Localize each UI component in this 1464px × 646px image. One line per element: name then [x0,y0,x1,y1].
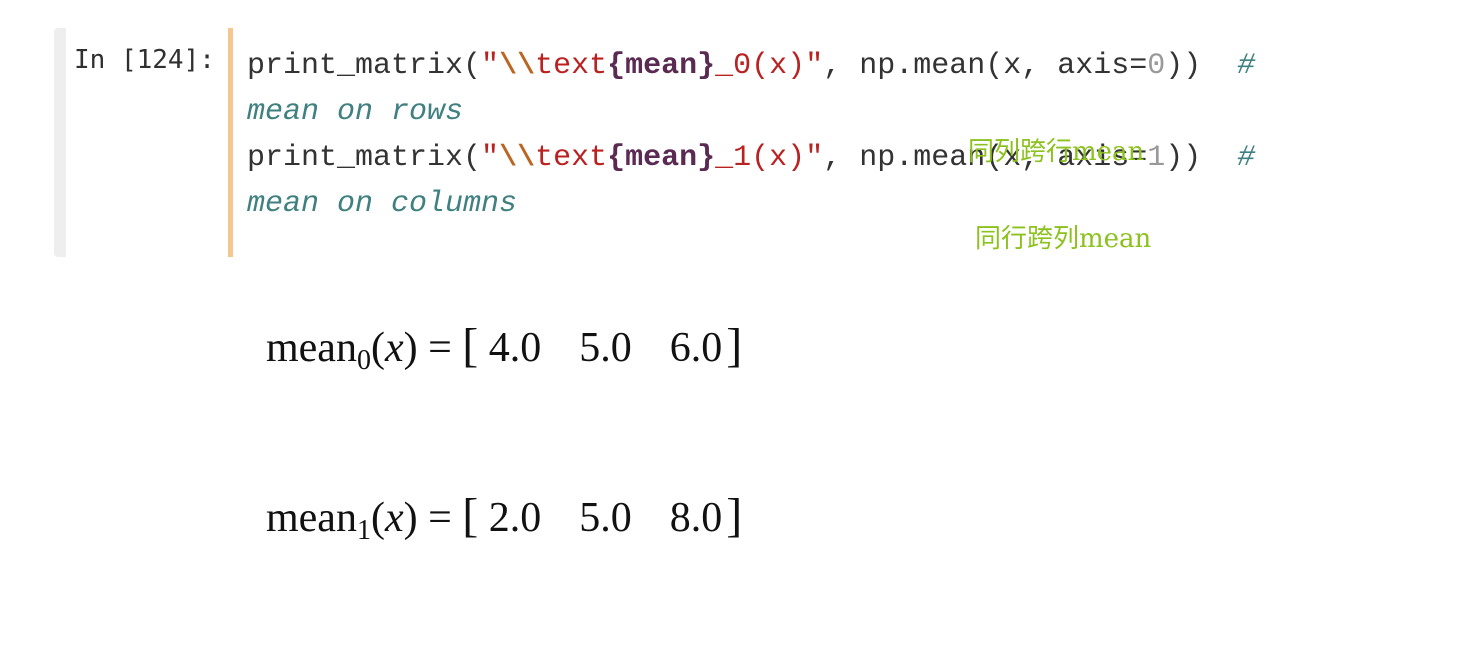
notebook-page: In [124]: print_matrix("\\text{mean}_0(x… [0,0,1464,646]
math-value: 5.0 [579,325,632,371]
code-token: text [535,141,608,175]
math-paren-close: ) [403,495,418,541]
output-math-2: mean1(x) = [ 2.0 5.0 8.0] [266,486,742,561]
code-token: )) [1165,49,1238,83]
output-math-1: mean0(x) = [ 4.0 5.0 6.0] [266,316,742,391]
code-cell[interactable]: In [124]: print_matrix("\\text{mean}_0(x… [54,28,1414,257]
code-token: 0 [1147,49,1166,83]
math-bracket-left: [ [462,489,479,542]
code-line-1[interactable]: print_matrix("\\text{mean}_0(x)", np.mea… [247,48,1255,84]
code-token: # [1237,141,1256,175]
math-paren-open: ( [370,325,385,371]
code-token: } [697,49,716,83]
code-comment: mean on columns [247,187,518,221]
code-token: \\ [499,49,536,83]
math-value: 4.0 [488,325,542,371]
annotation-note-1: 同列跨行mean [968,137,1145,167]
math-paren-open: ( [370,495,385,541]
math-bracket-left: [ [462,319,479,372]
cell-edit-indicator [228,28,233,257]
code-token: mean [625,49,698,83]
math-func-name: mean [266,325,357,371]
code-token: { [607,49,626,83]
input-prompt: In [124]: [74,45,215,75]
code-line-2[interactable]: mean on rows [247,94,463,130]
code-token: " [805,49,824,83]
math-value: 2.0 [488,495,542,541]
math-equals: = [417,325,463,371]
annotation-note-2: 同行跨列mean [975,224,1152,254]
math-bracket-right: ] [726,489,743,542]
code-token: " [805,141,824,175]
code-token: \\ [499,141,536,175]
math-equals: = [417,495,463,541]
code-token: 1 [733,141,752,175]
math-func-name: mean [266,495,357,541]
code-token: (x) [751,49,806,83]
code-token: " [481,49,500,83]
code-token: (x) [751,141,806,175]
code-line-4[interactable]: mean on columns [247,186,517,222]
code-token: mean [625,141,698,175]
math-value: 5.0 [579,495,632,541]
code-token: )) [1165,141,1238,175]
code-token: print_matrix( [247,141,482,175]
code-token: # [1237,49,1256,83]
code-token: _ [715,49,734,83]
math-value: 8.0 [669,495,723,541]
code-token: _ [715,141,734,175]
math-variable: x [384,325,404,371]
math-subscript: 0 [356,345,371,376]
math-bracket-right: ] [726,319,743,372]
code-token: { [607,141,626,175]
math-subscript: 1 [356,515,371,546]
code-token: " [481,141,500,175]
code-token: print_matrix( [247,49,482,83]
code-token: 0 [733,49,752,83]
code-token: } [697,141,716,175]
math-value: 6.0 [669,325,723,371]
code-token: text [535,49,608,83]
code-comment: mean on rows [247,95,464,129]
cell-gutter [54,28,66,257]
code-token: 1 [1147,141,1166,175]
math-variable: x [384,495,404,541]
math-paren-close: ) [403,325,418,371]
code-token: , np.mean(x, axis= [823,49,1148,83]
